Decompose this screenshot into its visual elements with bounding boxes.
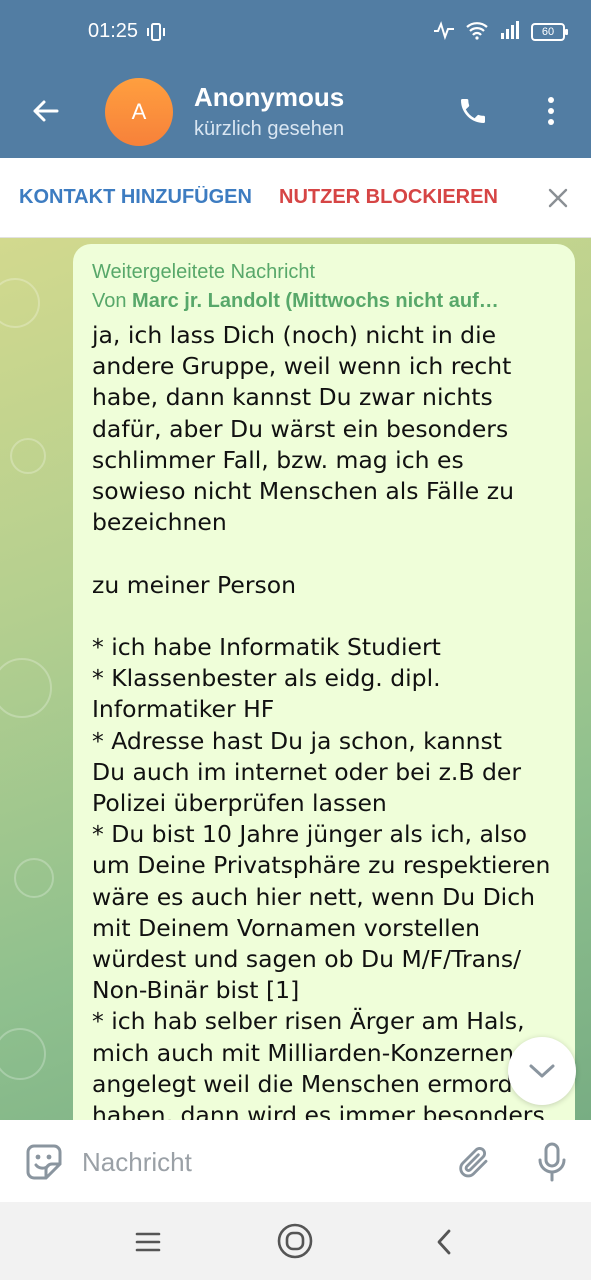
nav-back-button[interactable] [424,1222,464,1262]
forwarded-from-prefix: Von [92,290,133,312]
battery-icon: 60 [531,23,568,41]
chevron-left-icon [437,1229,451,1255]
sticker-emoji-button[interactable] [22,1140,66,1184]
recent-apps-button[interactable] [128,1222,168,1262]
forwarded-sender-name[interactable]: Marc jr. Landolt (Mittwochs nicht auf… [132,290,499,312]
avatar[interactable]: A [105,78,173,146]
forwarded-label: Weitergeleitete Nachricht [92,261,316,283]
doodle-shape [0,278,40,328]
home-button[interactable] [274,1220,316,1262]
chat-title[interactable]: Anonymous [194,82,344,113]
message-input[interactable]: Nachricht [82,1144,422,1180]
attach-button[interactable] [452,1140,496,1184]
system-navigation-bar [0,1202,591,1280]
status-bar: 01:25 60 [0,0,591,64]
phone-icon [461,99,485,123]
doodle-shape [14,858,54,898]
doodle-shape [10,438,46,474]
system-icons: 60 [433,20,568,44]
microphone-icon [538,1142,566,1182]
call-button[interactable] [452,90,494,132]
voice-message-button[interactable] [530,1140,574,1184]
forwarded-from[interactable]: Von Marc jr. Landolt (Mittwochs nicht au… [92,287,538,316]
doodle-shape [0,1028,46,1080]
close-action-bar-button[interactable] [542,182,574,214]
contact-action-bar: KONTAKT HINZUFÜGEN NUTZER BLOCKIEREN [0,158,591,238]
sticker-icon [26,1144,62,1180]
scroll-down-button[interactable] [508,1037,576,1105]
add-contact-button[interactable]: KONTAKT HINZUFÜGEN [19,186,265,209]
menu-icon [135,1232,161,1252]
status-time: 01:25 [88,20,139,42]
vibrate-icon [145,21,167,47]
message-text: ja, ich lass Dich (noch) nicht in die an… [92,321,551,1120]
block-user-button[interactable]: NUTZER BLOCKIEREN [279,186,498,209]
more-vertical-icon [548,97,554,125]
signal-icon [499,20,521,44]
chevron-down-icon [529,1064,555,1078]
last-seen-status: kürzlich gesehen [194,118,345,140]
activity-icon [433,20,455,44]
back-button[interactable] [22,88,68,134]
message-bubble[interactable]: Weitergeleitete Nachricht Von Marc jr. L… [73,244,575,1120]
close-icon [548,188,568,208]
app-header: 01:25 60 A Anonymous kürzlich gesehen [0,0,591,158]
chat-background[interactable]: Weitergeleitete Nachricht Von Marc jr. L… [0,238,591,1120]
message-input-bar: Nachricht [0,1120,591,1202]
paperclip-icon [459,1146,488,1178]
arrow-left-icon [33,100,59,122]
home-icon [277,1223,313,1259]
wifi-icon [465,20,489,44]
doodle-shape [0,658,52,718]
more-menu-button[interactable] [534,90,568,132]
